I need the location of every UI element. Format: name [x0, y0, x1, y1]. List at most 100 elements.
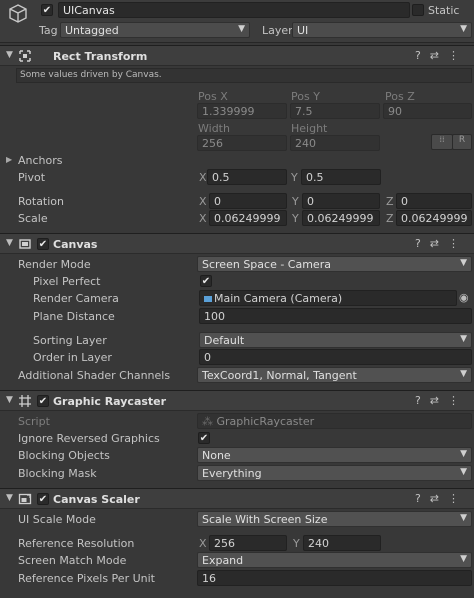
pixel-perfect-checkbox[interactable]: ✔: [200, 275, 212, 287]
canvas-scaler-header[interactable]: ▼ ✔ Canvas Scaler ?⇄⋮: [0, 488, 474, 509]
scale-y-field[interactable]: 0.06249999: [302, 210, 380, 226]
rect-transform-header[interactable]: ▼ Rect Transform ?⇄⋮: [0, 45, 474, 66]
settings-icon[interactable]: ⇄: [430, 394, 448, 407]
scale-row: Scale X 0.06249999 Y 0.06249999 Z 0.0624…: [0, 210, 474, 228]
render-camera-value: Main Camera (Camera): [214, 292, 343, 305]
tag-value: Untagged: [65, 24, 119, 37]
pivot-y-field[interactable]: 0.5: [301, 169, 381, 185]
context-menu-icon[interactable]: ⋮: [448, 49, 468, 62]
graphic-raycaster-header[interactable]: ▼ ✔ Graphic Raycaster ?⇄⋮: [0, 390, 474, 411]
blocking-mask-dropdown[interactable]: Everything ▼: [197, 465, 472, 481]
rotation-z-field[interactable]: 0: [396, 193, 472, 209]
canvas-scaler-icon: [18, 493, 32, 505]
height-label: Height: [291, 122, 328, 135]
screen-match-mode-label: Screen Match Mode: [18, 554, 127, 567]
plane-distance-row: Plane Distance 100: [0, 308, 474, 326]
sorting-layer-label: Sorting Layer: [33, 334, 107, 347]
reference-ppu-label: Reference Pixels Per Unit: [18, 572, 155, 585]
layer-dropdown[interactable]: UI ▼: [292, 22, 472, 38]
canvas-icon: [19, 239, 31, 249]
object-name-field[interactable]: UICanvas: [58, 2, 410, 18]
render-camera-field[interactable]: Main Camera (Camera): [199, 290, 457, 306]
context-menu-icon[interactable]: ⋮: [448, 492, 468, 505]
rotation-label: Rotation: [18, 195, 65, 208]
ref-y-axis-label: Y: [293, 537, 300, 550]
settings-icon[interactable]: ⇄: [430, 49, 448, 62]
blocking-mask-row: Blocking Mask Everything ▼: [0, 465, 474, 483]
script-row: Script ⁂ GraphicRaycaster: [0, 413, 474, 431]
chevron-down-icon: ▼: [460, 334, 467, 344]
screen-match-mode-value: Expand: [202, 554, 244, 567]
sorting-layer-row: Sorting Layer Default ▼: [0, 332, 474, 350]
pixel-perfect-row: Pixel Perfect ✔: [0, 273, 474, 291]
tag-dropdown[interactable]: Untagged ▼: [60, 22, 250, 38]
component-header-icons: ?⇄⋮: [415, 394, 468, 407]
active-checkbox[interactable]: ✔: [41, 4, 53, 16]
anchors-row[interactable]: ▶ Anchors: [0, 152, 474, 170]
static-label: Static: [428, 4, 460, 17]
canvas-header[interactable]: ▼ ✔ Canvas ?⇄⋮: [0, 233, 474, 254]
reference-ppu-field[interactable]: 16: [197, 570, 472, 586]
pixel-perfect-label: Pixel Perfect: [33, 275, 101, 288]
reference-ppu-row: Reference Pixels Per Unit 16: [0, 570, 474, 588]
object-header: ✔ UICanvas Static Tag Untagged ▼ Layer U…: [0, 0, 474, 43]
plane-distance-label: Plane Distance: [33, 310, 115, 323]
settings-icon[interactable]: ⇄: [430, 237, 448, 250]
anchors-fold-icon[interactable]: ▶: [6, 155, 12, 164]
scale-x-axis-label: X: [199, 212, 207, 225]
shader-channels-value: TexCoord1, Normal, Tangent: [202, 369, 357, 382]
raw-edit-button[interactable]: R: [452, 134, 472, 150]
chevron-down-icon: ▼: [460, 513, 467, 523]
scale-y-axis-label: Y: [292, 212, 299, 225]
reference-resolution-y-field[interactable]: 240: [303, 535, 381, 551]
blocking-objects-dropdown[interactable]: None ▼: [197, 447, 472, 463]
component-enabled-checkbox[interactable]: ✔: [37, 395, 49, 407]
plane-distance-field[interactable]: 100: [199, 308, 472, 324]
scale-label: Scale: [18, 212, 48, 225]
blueprint-mode-button[interactable]: ⁞⁞: [431, 134, 453, 150]
help-icon[interactable]: ?: [415, 237, 430, 250]
script-file-icon: ⁂: [202, 415, 217, 428]
help-icon[interactable]: ?: [415, 49, 430, 62]
script-value: GraphicRaycaster: [216, 415, 315, 428]
screen-match-mode-dropdown[interactable]: Expand ▼: [197, 552, 472, 568]
shader-channels-dropdown[interactable]: TexCoord1, Normal, Tangent ▼: [197, 367, 472, 383]
rotation-y-field[interactable]: 0: [302, 193, 380, 209]
fold-arrow-icon[interactable]: ▼: [6, 395, 13, 405]
render-mode-label: Render Mode: [18, 258, 91, 271]
rotation-x-field[interactable]: 0: [209, 193, 287, 209]
ui-scale-mode-dropdown[interactable]: Scale With Screen Size ▼: [197, 511, 472, 527]
fold-arrow-icon[interactable]: ▼: [6, 50, 13, 60]
component-enabled-checkbox[interactable]: ✔: [37, 493, 49, 505]
order-in-layer-field[interactable]: 0: [199, 349, 472, 365]
screen-match-mode-row: Screen Match Mode Expand ▼: [0, 552, 474, 570]
fold-arrow-icon[interactable]: ▼: [6, 493, 13, 503]
render-mode-row: Render Mode Screen Space - Camera ▼: [0, 256, 474, 274]
driven-info-box: Some values driven by Canvas.: [16, 68, 472, 83]
order-in-layer-label: Order in Layer: [33, 351, 112, 364]
ignore-reversed-checkbox[interactable]: ✔: [198, 432, 210, 444]
render-camera-row: Render Camera Main Camera (Camera) ◉: [0, 290, 474, 308]
render-mode-value: Screen Space - Camera: [202, 258, 331, 271]
scale-z-field[interactable]: 0.06249999: [396, 210, 472, 226]
static-checkbox[interactable]: [412, 4, 424, 16]
render-mode-dropdown[interactable]: Screen Space - Camera ▼: [197, 256, 472, 272]
context-menu-icon[interactable]: ⋮: [448, 394, 468, 407]
reference-resolution-x-field[interactable]: 256: [209, 535, 287, 551]
pivot-x-field[interactable]: 0.5: [207, 169, 287, 185]
settings-icon[interactable]: ⇄: [430, 492, 448, 505]
blocking-mask-value: Everything: [202, 467, 262, 480]
help-icon[interactable]: ?: [415, 394, 430, 407]
help-icon[interactable]: ?: [415, 492, 430, 505]
component-enabled-checkbox[interactable]: ✔: [37, 238, 49, 250]
shader-channels-row: Additional Shader Channels TexCoord1, No…: [0, 367, 474, 385]
blocking-objects-label: Blocking Objects: [18, 449, 110, 462]
fold-arrow-icon[interactable]: ▼: [6, 238, 13, 248]
context-menu-icon[interactable]: ⋮: [448, 237, 468, 250]
camera-icon: [204, 296, 212, 302]
scale-x-field[interactable]: 0.06249999: [209, 210, 287, 226]
object-picker-icon[interactable]: ◉: [459, 291, 469, 304]
ui-scale-mode-row: UI Scale Mode Scale With Screen Size ▼: [0, 511, 474, 529]
scale-z-axis-label: Z: [386, 212, 394, 225]
sorting-layer-dropdown[interactable]: Default ▼: [199, 332, 472, 348]
